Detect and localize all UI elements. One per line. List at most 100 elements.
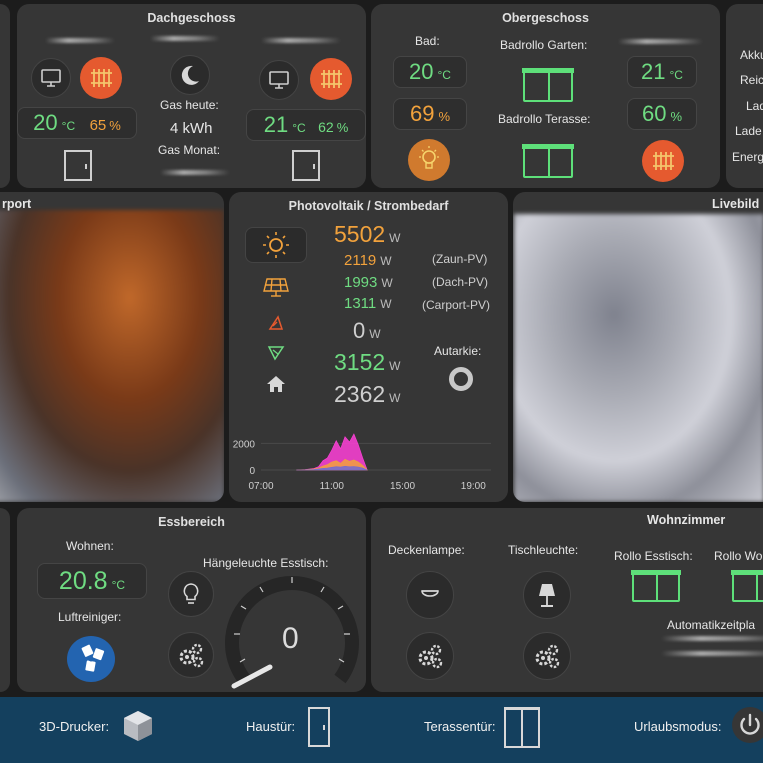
window-contact-icon [64, 150, 92, 181]
pv-dach-value: 1993 [344, 274, 378, 291]
haustuer-door-icon[interactable] [308, 707, 330, 747]
settings-gears-icon[interactable] [406, 632, 454, 680]
chart-y-tick-label: 2000 [233, 439, 256, 450]
rollo-garten-label: Badrollo Garten: [500, 38, 588, 52]
carport-pv-label: (Carport-PV) [422, 298, 491, 312]
pv-carport: 1311 W [344, 295, 392, 312]
gas-month-label: Gas Monat: [158, 143, 221, 157]
chart-x-tick-label: 15:00 [390, 481, 415, 492]
rollo-esstisch-label: Rollo Esstisch: [614, 549, 693, 563]
pv-battery-value: 0 [353, 318, 366, 343]
left-edge-panel-bottom [0, 508, 10, 692]
haustuer-label: Haustür: [246, 719, 296, 734]
unit: W [381, 276, 393, 290]
unit: W [380, 297, 392, 311]
og-right-humidity: 60 [641, 101, 667, 126]
radiator-icon[interactable] [642, 140, 684, 182]
chart-x-tick-label: 07:00 [248, 481, 273, 492]
terassentuer-label: Terassentür: [424, 719, 496, 734]
wohnen-temp: 20.8 [58, 567, 108, 595]
lightbulb-icon[interactable] [408, 139, 450, 181]
bad-humidity: 69 [409, 101, 435, 126]
urlaub-label: Urlaubsmodus: [634, 719, 722, 734]
deckenlampe-label: Deckenlampe: [388, 543, 465, 557]
dachgeschoss-title: Dachgeschoss [147, 11, 236, 25]
radiator-icon[interactable] [80, 57, 122, 99]
dachgeschoss-panel: Dachgeschoss 20 °C 65% Gas heute: 4 kWh G… [17, 4, 366, 188]
lightbulb-icon[interactable] [168, 571, 214, 617]
essbereich-title: Essbereich [158, 515, 225, 529]
wohnen-temp-box: 20.8 °C [37, 563, 147, 599]
rollo-terasse-label: Badrollo Terasse: [498, 112, 591, 126]
power-icon[interactable] [732, 707, 763, 743]
rollo-garten-window-icon[interactable] [522, 68, 574, 102]
pv-house-value: 2362 [334, 381, 386, 407]
settings-gears-icon[interactable] [168, 632, 214, 678]
wohnzimmer-title: Wohnzimmer [647, 513, 726, 527]
bad-temp-box: 20 °C [393, 56, 467, 88]
bad-hum-box: 69% [393, 98, 467, 130]
carport-camera-panel: rport [0, 192, 224, 502]
hum-unit: % [670, 109, 683, 124]
footer-bar: 3D-Drucker: Haustür: Terassentür: Urlaub… [0, 697, 763, 763]
blurred-label [618, 39, 703, 44]
rollo-terasse-window-icon[interactable] [522, 144, 574, 178]
terassentuer-door-icon[interactable] [504, 707, 540, 748]
autarkie-label: Autarkie: [434, 344, 482, 358]
blurred-label [45, 38, 115, 43]
monitor-icon[interactable] [259, 60, 299, 100]
pv-dach: 1993 W [344, 274, 393, 291]
settings-gears-icon[interactable] [523, 632, 571, 680]
rollo-wohnzimmer-window-icon[interactable] [731, 570, 763, 602]
wohnen-label: Wohnen: [66, 539, 114, 553]
dg-left-humidity: 65 [89, 117, 107, 134]
obergeschoss-title: Obergeschoss [502, 11, 589, 25]
left-edge-panel-top [0, 4, 10, 188]
unit: W [389, 391, 401, 405]
unit: W [380, 254, 392, 268]
obergeschoss-panel: Obergeschoss Bad: 20 °C 69% Badrollo Gart… [371, 4, 720, 188]
air-purifier-fan-icon[interactable] [67, 636, 115, 682]
haengeleuchte-label: Hängeleuchte Esstisch: [203, 556, 329, 570]
monitor-icon[interactable] [31, 58, 71, 98]
dach-pv-label: (Dach-PV) [432, 275, 489, 289]
photovoltaik-title: Photovoltaik / Strombedarf [288, 199, 449, 213]
wohnzimmer-panel: Wohnzimmer Deckenlampe: Tischleuchte: Ro… [371, 508, 763, 692]
carport-camera-image[interactable] [0, 210, 224, 502]
temp-unit: °C [437, 68, 451, 82]
temp-unit: °C [669, 68, 683, 82]
ceiling-lamp-icon[interactable] [406, 571, 454, 619]
rollo-esstisch-window-icon[interactable] [631, 570, 681, 602]
table-lamp-icon[interactable] [523, 571, 571, 619]
gas-today-label: Gas heute: [160, 98, 219, 112]
blurred-value [661, 636, 763, 641]
gas-today-value: 4 kWh [170, 120, 213, 137]
unit: W [369, 327, 381, 341]
chart-y-tick-label: 0 [249, 466, 255, 477]
temp-unit: °C [61, 119, 76, 133]
3d-printer-cube-icon[interactable] [119, 707, 157, 745]
zaun-pv-label: (Zaun-PV) [432, 252, 488, 266]
dg-right-temp: 21 [263, 112, 289, 137]
right-label-lad: Lad [746, 99, 763, 113]
essbereich-panel: Essbereich Wohnen: 20.8 °C Luftreiniger: … [17, 508, 366, 692]
livebild-camera-image[interactable] [514, 214, 763, 502]
radiator-icon[interactable] [310, 58, 352, 100]
drucker-label: 3D-Drucker: [39, 719, 110, 734]
grid-feed-icon [267, 346, 285, 361]
window-contact-icon [292, 150, 320, 181]
pv-zaun-value: 2119 [344, 252, 377, 269]
temp-unit: °C [292, 121, 306, 135]
right-label-reic: Reic [740, 73, 763, 87]
moon-icon[interactable] [170, 55, 210, 95]
og-right-temp-box: 21 °C [627, 56, 697, 88]
blurred-value [661, 651, 763, 656]
hum-unit: % [438, 109, 451, 124]
pv-grid-value: 3152 [334, 349, 386, 375]
sun-icon[interactable] [245, 227, 307, 263]
luftreiniger-label: Luftreiniger: [58, 610, 122, 624]
bad-temp: 20 [409, 59, 434, 84]
pv-battery: 0W [353, 318, 381, 344]
unit: W [389, 231, 401, 245]
dg-right-humidity: 62 [318, 119, 334, 135]
